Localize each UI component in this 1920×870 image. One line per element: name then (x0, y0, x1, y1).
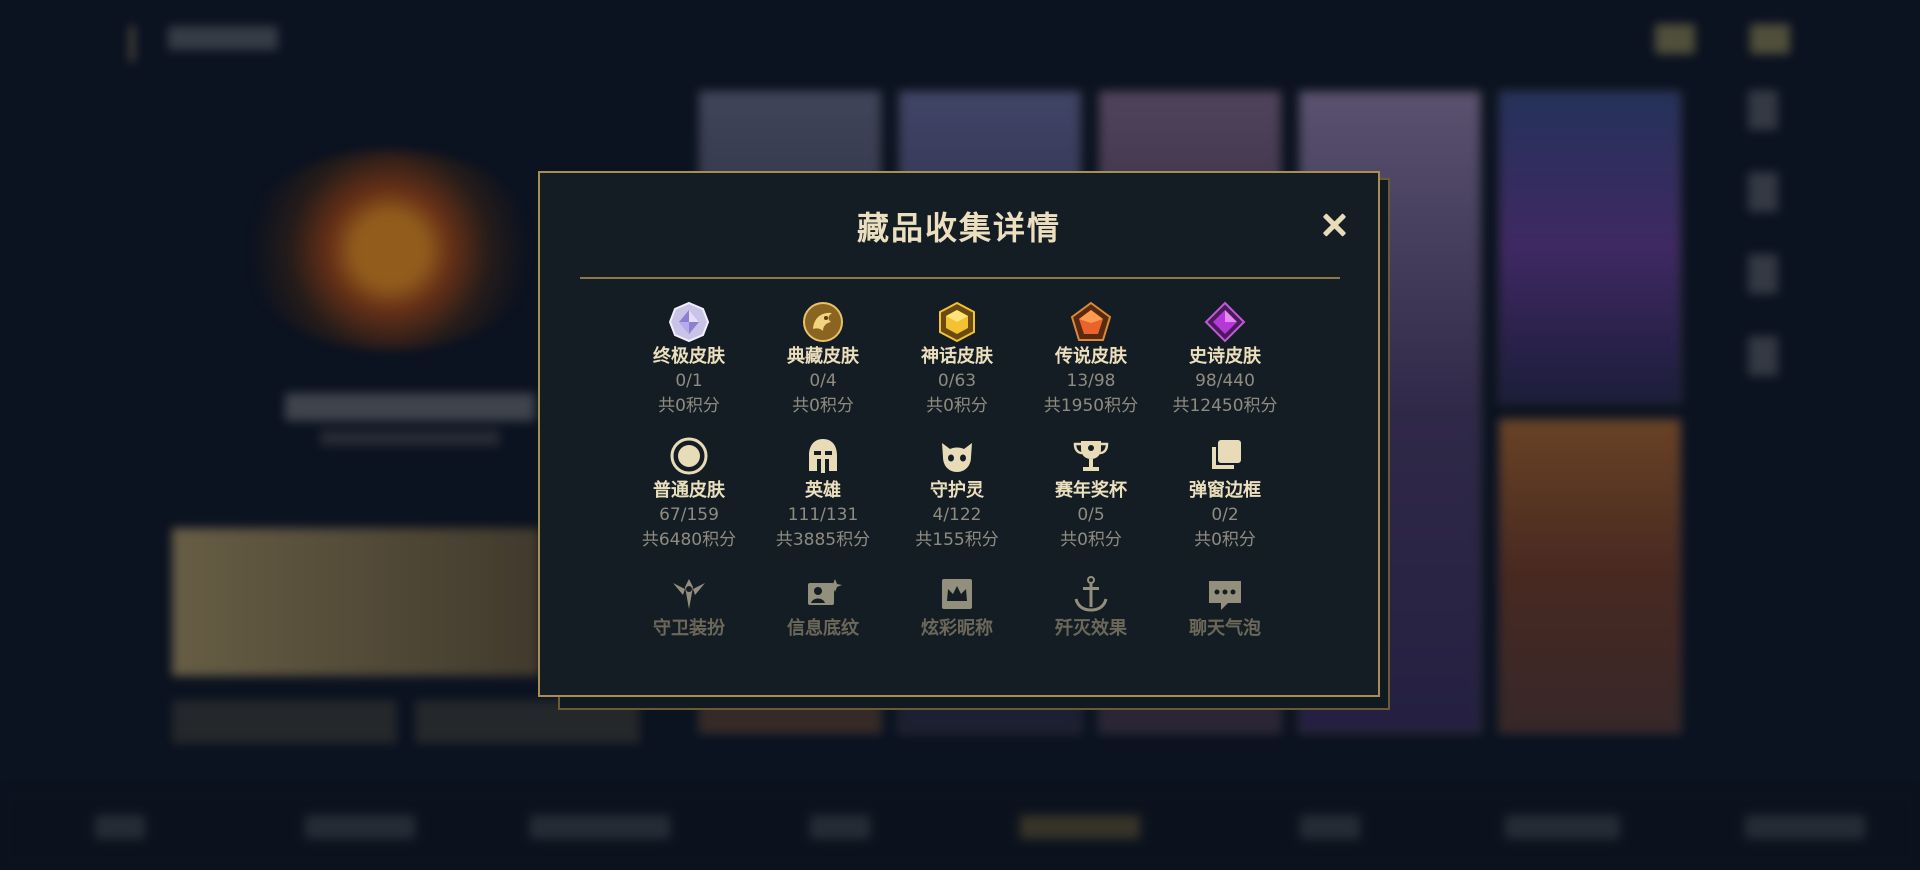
nav-item (1300, 815, 1360, 839)
title-divider (580, 277, 1340, 279)
nav-item (95, 815, 145, 839)
mythic-gem-icon (939, 301, 975, 343)
nav-item (305, 815, 415, 839)
mail-icon (1655, 24, 1695, 54)
shop-icon (1750, 24, 1790, 54)
chat-bubble-icon (1209, 581, 1241, 610)
category-standard-skin[interactable]: 普通皮肤 67/159 共6480积分 (622, 435, 756, 569)
category-epic-skin[interactable]: 史诗皮肤 98/440 共12450积分 (1158, 301, 1292, 435)
nav-item (1020, 815, 1140, 839)
category-profile-banners[interactable]: 信息底纹 (756, 573, 890, 643)
bottom-card (172, 700, 397, 744)
category-ward-skins[interactable]: 守卫装扮 (622, 573, 756, 643)
category-ultimate-skin[interactable]: 终极皮肤 0/1 共0积分 (622, 301, 756, 435)
epic-gem-icon (1204, 301, 1246, 343)
category-chat-bubbles[interactable]: 聊天气泡 (1158, 573, 1292, 643)
skin-card (1498, 90, 1682, 404)
sword-icon (1074, 576, 1108, 612)
legendary-gem-icon (1070, 301, 1112, 341)
back-chevron-icon (130, 17, 154, 63)
standard-ring-icon (670, 437, 708, 475)
category-season-trophies[interactable]: 赛年奖杯 0/5 共0积分 (1024, 435, 1158, 569)
ward-icon (673, 579, 705, 609)
back-label (168, 26, 278, 50)
side-rail (1748, 90, 1782, 410)
category-companions[interactable]: 守护灵 4/122 共155积分 (890, 435, 1024, 569)
nav-item (530, 815, 670, 839)
category-colorful-nicknames[interactable]: 炫彩昵称 (890, 573, 1024, 643)
category-prestige-skin[interactable]: 典藏皮肤 0/4 共0积分 (756, 301, 890, 435)
category-popup-frames[interactable]: 弹窗边框 0/2 共0积分 (1158, 435, 1292, 569)
crown-card-icon (942, 579, 972, 609)
profile-banner-icon (808, 579, 842, 605)
player-name (285, 393, 535, 421)
category-mythic-skin[interactable]: 神话皮肤 0/63 共0积分 (890, 301, 1024, 435)
dialog-title: 藏品收集详情 (856, 209, 1061, 247)
collection-details-dialog: 藏品收集详情 终极皮肤 0/1 共0积分 典藏皮肤 0/4 共0积分 神话皮肤 … (538, 171, 1380, 697)
category-champions[interactable]: 英雄 111/131 共3885积分 (756, 435, 890, 569)
prestige-dragon-icon (803, 302, 843, 342)
ultimate-gem-icon (668, 301, 710, 343)
collection-grid: 终极皮肤 0/1 共0积分 典藏皮肤 0/4 共0积分 神话皮肤 0/63 共0… (622, 301, 1292, 643)
rank-emblem (240, 150, 540, 350)
player-subtitle (320, 430, 500, 446)
nav-item (1745, 815, 1865, 839)
nav-item (1505, 815, 1620, 839)
close-icon[interactable] (1316, 207, 1352, 243)
category-legendary-skin[interactable]: 传说皮肤 13/98 共1950积分 (1024, 301, 1158, 435)
nav-item (810, 815, 870, 839)
profile-banner (172, 528, 540, 676)
frame-icon (1212, 440, 1241, 469)
skin-card (1498, 418, 1682, 734)
bottom-nav (0, 790, 1920, 870)
companion-icon (942, 443, 972, 472)
trophy-icon (1073, 441, 1109, 471)
helmet-icon (809, 439, 837, 473)
category-finisher-effects[interactable]: 歼灭效果 (1024, 573, 1158, 643)
